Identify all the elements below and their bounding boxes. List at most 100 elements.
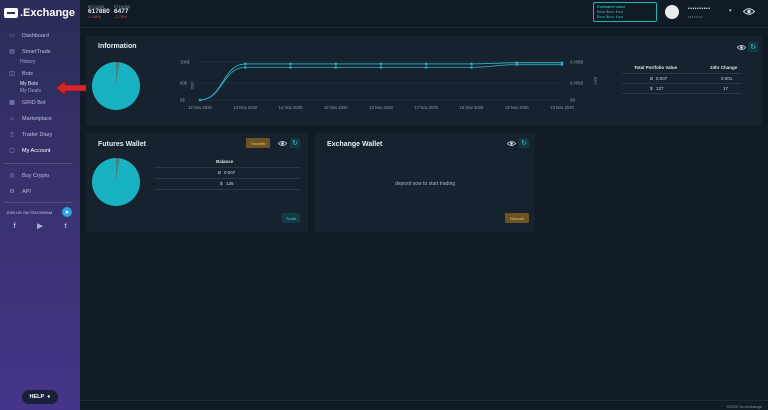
sidebar-item-api[interactable]: ⚙ API (0, 186, 80, 197)
eye-icon[interactable] (743, 7, 755, 16)
refresh-icon[interactable]: ↻ (290, 138, 300, 148)
user-name: •••••••••• (688, 6, 711, 12)
data-point (470, 62, 473, 66)
chevron-down-icon[interactable]: ▾ (729, 8, 732, 14)
y-axis-label-right: BTC (593, 77, 598, 85)
table-cell-portfolio-btc: 0.007 (656, 76, 668, 81)
marketplace-icon: ⌂ (10, 115, 14, 122)
empty-state-message: deposit now to start trading (394, 181, 456, 187)
smarttrade-icon: ▤ (9, 49, 15, 55)
table-cell-change-usd: 17 (723, 86, 729, 91)
transfer-button[interactable]: Transfer (246, 138, 270, 148)
data-point (424, 62, 428, 66)
diary-icon: ▯ (10, 132, 14, 138)
estimated-value-box[interactable]: Estimated value B•••• $•••• 1•••• B•••• … (593, 2, 657, 22)
sidebar-nav: ▭ Dashboard ▤ SmartTrade History ◫ Bots … (0, 30, 80, 161)
eye-icon[interactable] (278, 140, 287, 147)
logo[interactable]: .Exchange (4, 7, 75, 19)
table-cell-portfolio-usd: 127 (656, 86, 664, 91)
facebook-icon[interactable]: f (10, 223, 19, 231)
logo-mark-icon (4, 8, 18, 18)
data-point (198, 98, 202, 102)
estimated-line-2: B•••• $•••• 1•••• (597, 14, 624, 19)
youtube-icon[interactable]: ▶ (36, 223, 45, 231)
data-point (515, 63, 519, 66)
series-line (199, 64, 562, 101)
copyright: ©2020 3c.exchange (726, 404, 762, 409)
futures-wallet-title: Futures Wallet (98, 141, 146, 148)
sidebar: .Exchange ▭ Dashboard ▤ SmartTrade Histo… (0, 0, 80, 410)
data-point (424, 66, 428, 69)
eye-icon[interactable] (737, 44, 746, 51)
data-point (470, 66, 473, 69)
refresh-icon[interactable]: ↻ (748, 42, 758, 52)
row-divider (154, 167, 300, 168)
y-tick-label-right: 0.006B (570, 81, 583, 86)
sidebar-item-bots[interactable]: ◫ Bots (0, 68, 80, 79)
brand-name: .Exchange (20, 7, 76, 19)
telegram-icon[interactable]: ➤ (62, 207, 72, 217)
sidebar-item-label: Dashboard (22, 32, 49, 39)
sidebar-item-label: Bots (22, 70, 34, 77)
data-point (289, 66, 292, 69)
information-title: Information (98, 43, 137, 50)
sidebar-item-buy-crypto[interactable]: ◎ Buy Crypto (0, 170, 80, 181)
x-tick-label: 13 Nov 2020 (550, 105, 574, 110)
data-point (379, 62, 383, 66)
divider (4, 202, 72, 203)
sidebar-item-marketplace[interactable]: ⌂ Marketplace (0, 113, 80, 124)
portfolio-line-chart: 100$ 80$ 0$ USD 0.008B 0.006B 0B BTC 12 Nov 2020… (180, 60, 598, 111)
telegram-row[interactable]: JOIN US ON TELEGRAM ➤ (6, 207, 72, 217)
sidebar-item-label: Marketplace (22, 115, 52, 122)
footer: ©2020 3c.exchange (80, 400, 768, 410)
sidebar-item-label: SmartTrade (22, 48, 51, 55)
ticker-eth[interactable]: ETHUSD 6477 -2.75% (114, 4, 130, 19)
red-arrow-icon (56, 81, 90, 95)
avatar[interactable] (665, 5, 679, 19)
trade-button[interactable]: Trade (282, 213, 300, 223)
refresh-icon[interactable]: ↻ (519, 138, 529, 148)
sidebar-item-my-account[interactable]: ▢ My Account (0, 145, 80, 156)
twitter-icon[interactable]: t (61, 223, 70, 231)
x-tick-label: 12 Nov 2020 (188, 105, 212, 110)
portfolio-pie-chart (92, 62, 140, 110)
sidebar-item-grid-bot[interactable]: ▦ GRID Bot (0, 97, 80, 108)
bitcoin-icon: B (650, 76, 654, 81)
x-tick-label: 18 Nov 2020 (460, 105, 484, 110)
dollar-icon: $ (220, 181, 223, 186)
balance-header: Balance (216, 159, 234, 164)
sidebar-item-label: My Account (22, 147, 51, 154)
y-tick-label-right: 0.008B (570, 60, 583, 65)
chart-series (198, 61, 564, 102)
dashboard-icon: ▭ (9, 33, 15, 39)
api-icon: ⚙ (9, 189, 15, 195)
exchange-wallet-title: Exchange Wallet (327, 141, 383, 148)
y-tick-label-left: 0$ (180, 98, 185, 103)
deposit-button[interactable]: Deposit (505, 213, 529, 223)
eye-icon[interactable] (507, 140, 516, 147)
sidebar-item-label: Trader Diary (22, 131, 53, 138)
data-point (243, 62, 247, 66)
table-header-24hr-change: 24hr Change (710, 65, 738, 70)
row-divider (622, 83, 742, 84)
bitcoin-icon: B (218, 170, 222, 175)
sidebar-item-dashboard[interactable]: ▭ Dashboard (0, 30, 80, 41)
sidebar-sub-history[interactable]: History (0, 59, 80, 66)
futures-usd-balance: 126 (226, 181, 234, 186)
grid-icon: ▦ (9, 100, 15, 106)
table-cell-change-btc: 0.001 (721, 76, 733, 81)
ticker-btc[interactable]: BTCUSD 617880 -0.48% (88, 4, 110, 19)
bots-icon: ◫ (9, 71, 15, 77)
y-tick-label-left: 100$ (180, 60, 190, 65)
x-tick-label: 17 Nov 2020 (414, 105, 438, 110)
data-point (243, 66, 247, 69)
row-divider (154, 189, 300, 190)
divider (4, 163, 72, 164)
social-links: f ▶ t (10, 223, 70, 231)
sidebar-item-smarttrade[interactable]: ▤ SmartTrade (0, 46, 80, 57)
sidebar-item-trader-diary[interactable]: ▯ Trader Diary (0, 129, 80, 140)
help-button[interactable]: HELP ● (22, 390, 58, 404)
buy-crypto-icon: ◎ (9, 173, 15, 179)
x-tick-label: 16 Nov 2020 (369, 105, 393, 110)
data-point (379, 66, 383, 69)
